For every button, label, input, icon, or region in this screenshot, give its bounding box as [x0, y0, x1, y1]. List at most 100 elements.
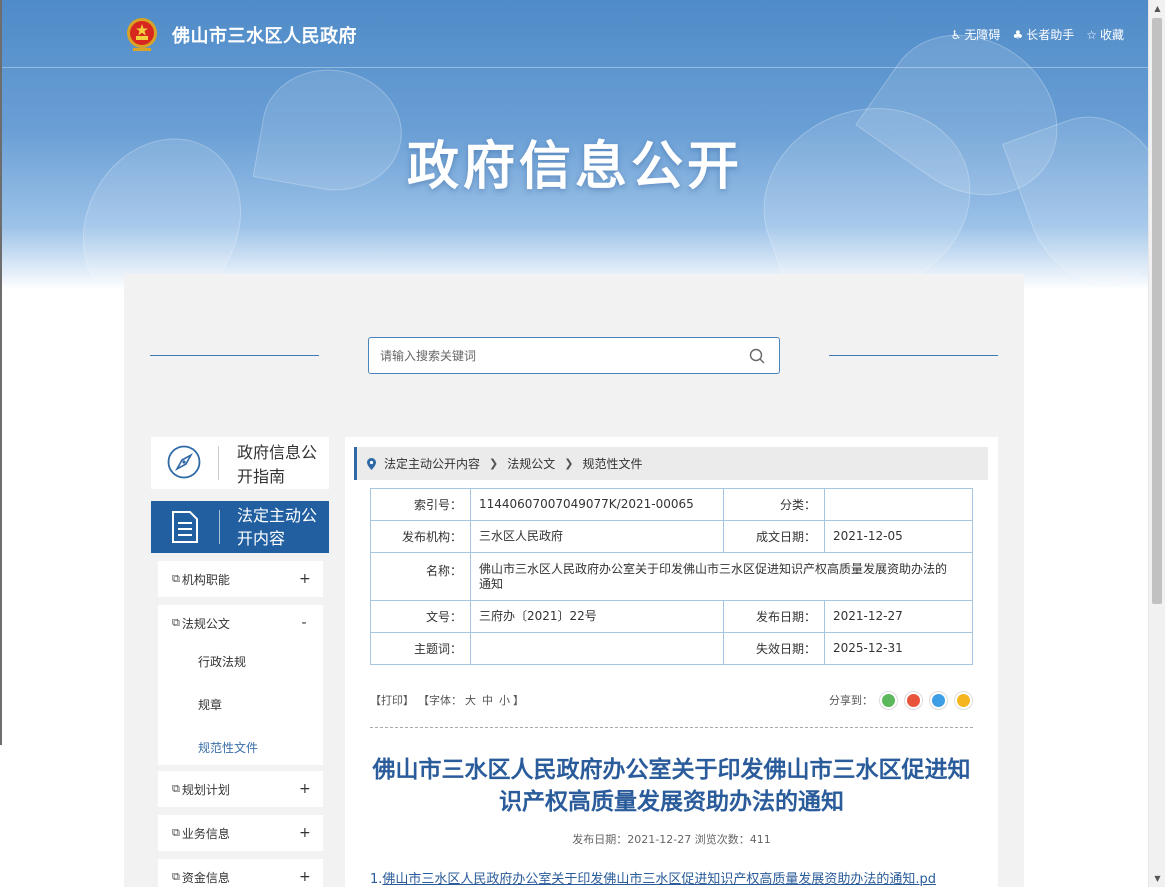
elder-helper-link[interactable]: ♣ 长者助手 [1012, 26, 1074, 43]
vertical-scrollbar[interactable]: ▲ ▼ [1148, 0, 1165, 887]
header-banner: 佛山市三水区人民政府 ♿ 无障碍 ♣ 长者助手 ☆ 收藏 政府信息公开 [2, 0, 1148, 290]
sidebar-item-label: 机构职能 [181, 572, 230, 587]
banner-title: 政府信息公开 [406, 137, 743, 197]
index-no-value: 11440607007049077K/2021-00065 [470, 488, 724, 521]
breadcrumb-link[interactable]: 法规公文 [507, 455, 555, 472]
attachment-index: 1. [370, 872, 383, 887]
doc-name-value: 佛山市三水区人民政府办公室关于印发佛山市三水区促进知识产权高质量发展资助办法的通… [470, 552, 973, 601]
font-size-prefix: 【字体： [418, 694, 462, 707]
category-value [824, 488, 973, 521]
sidebar-item-header[interactable]: ⧉ 业务信息 + [158, 815, 323, 851]
font-size-control: 【字体：大中小】 [418, 692, 524, 708]
file-icon: ⧉ [172, 826, 180, 839]
print-button[interactable]: 【打印】 [370, 692, 414, 708]
sidebar-item-label: 资金信息 [181, 870, 230, 885]
scrollbar-thumb[interactable] [1152, 18, 1162, 604]
table-row: 发布机构： 三水区人民政府 成文日期： 2021-12-05 [370, 520, 973, 553]
search-input[interactable] [369, 338, 779, 373]
published-date-label: 发布日期： [723, 600, 825, 633]
article-title: 佛山市三水区人民政府办公室关于印发佛山市三水区促进知识产权高质量发展资助办法的通… [372, 757, 971, 815]
doc-name-label: 名称： [370, 552, 471, 601]
sidebar-item-regulations: ⧉ 法规公文 - 行政法规 规章 规范性文件 [158, 605, 323, 765]
tool-label: 无障碍 [964, 28, 1001, 42]
font-size-large-button[interactable]: 大 [465, 694, 476, 707]
tool-label: 收藏 [1099, 28, 1124, 42]
top-bar: 佛山市三水区人民政府 ♿ 无障碍 ♣ 长者助手 ☆ 收藏 [2, 0, 1148, 68]
file-icon: ⧉ [172, 782, 180, 795]
share-label: 分享到： [829, 694, 873, 707]
location-pin-icon [367, 457, 376, 470]
sidebar-item-plans: ⧉ 规划计划 + [158, 771, 323, 807]
category-label: 分类： [723, 488, 825, 521]
tool-label: 长者助手 [1026, 28, 1075, 42]
qq-share-icon[interactable] [929, 690, 948, 710]
sidebar-item-label: 业务信息 [181, 826, 230, 841]
header-tools: ♿ 无障碍 ♣ 长者助手 ☆ 收藏 [951, 26, 1124, 43]
table-row: 名称： 佛山市三水区人民政府办公室关于印发佛山市三水区促进知识产权高质量发展资助… [370, 552, 973, 601]
favorite-link[interactable]: ☆ 收藏 [1086, 26, 1124, 43]
weibo-share-icon[interactable] [904, 690, 923, 710]
file-icon: ⧉ [172, 870, 180, 883]
font-size-medium-button[interactable]: 中 [482, 694, 493, 707]
dashed-divider [370, 727, 973, 728]
guide-label: 政府信息公开指南 [237, 443, 318, 486]
article-toolbar: 【打印】 【字体：大中小】 分享到： [370, 688, 973, 712]
accessibility-icon: ♿ [950, 27, 962, 42]
sidebar-item-funds: ⧉ 资金信息 + [158, 859, 323, 887]
guide-card[interactable]: 政府信息公开指南 [151, 437, 329, 489]
table-row: 主题词： 失效日期： 2025-12-31 [370, 632, 973, 665]
index-no-label: 索引号： [370, 488, 471, 521]
expand-toggle[interactable]: + [299, 571, 311, 587]
breadcrumb-link[interactable]: 法定主动公开内容 [384, 455, 480, 472]
chevron-right-icon: ❯ [489, 457, 499, 470]
scroll-down-arrow-icon[interactable]: ▼ [1149, 870, 1165, 887]
publisher-value: 三水区人民政府 [470, 520, 724, 553]
active-section-card[interactable]: 法定主动公开内容 [151, 501, 329, 553]
active-section-label: 法定主动公开内容 [237, 506, 318, 548]
sidebar-item-business: ⧉ 业务信息 + [158, 815, 323, 851]
content-container: 政府信息公开指南 法定主动公开内容 ⧉ 机构职能 + ⧉ 法规公文 - 行政法规… [124, 274, 1024, 887]
share-bar: 分享到： [829, 690, 973, 710]
compass-icon [167, 445, 201, 479]
search-icon[interactable] [749, 348, 765, 364]
search-divider-left [150, 355, 319, 356]
table-row: 索引号： 11440607007049077K/2021-00065 分类： [370, 488, 973, 521]
article-pub-info: 发布日期：2021-12-27 浏览次数：411 [572, 833, 771, 846]
scroll-up-arrow-icon[interactable]: ▲ [1149, 0, 1165, 17]
elder-helper-icon: ♣ [1012, 27, 1024, 42]
collapse-toggle[interactable]: - [299, 615, 309, 631]
site-name[interactable]: 佛山市三水区人民政府 [172, 22, 357, 48]
created-date-value: 2021-12-05 [824, 520, 973, 553]
sidebar-item-label: 法规公文 [181, 616, 230, 631]
qzone-share-icon[interactable] [954, 690, 973, 710]
sidebar-item-header[interactable]: ⧉ 规划计划 + [158, 771, 323, 807]
sidebar-item-header[interactable]: ⧉ 法规公文 - [158, 605, 323, 641]
sidebar-subitem-normative-docs[interactable]: 规范性文件 [158, 727, 323, 770]
sidebar-item-institution: ⧉ 机构职能 + [158, 561, 323, 597]
expand-toggle[interactable]: + [299, 869, 311, 885]
sidebar-subitem-admin-regulations[interactable]: 行政法规 [158, 641, 323, 684]
accessibility-link[interactable]: ♿ 无障碍 [951, 26, 1001, 43]
wechat-share-icon[interactable] [879, 690, 898, 710]
search-divider-right [829, 355, 998, 356]
attachment-link[interactable]: 佛山市三水区人民政府办公室关于印发佛山市三水区促进知识产权高质量发展资助办法的通… [382, 872, 936, 887]
sidebar-subitem-rules[interactable]: 规章 [158, 684, 323, 727]
font-size-suffix: 】 [513, 694, 524, 707]
sidebar-item-header[interactable]: ⧉ 机构职能 + [158, 561, 323, 597]
created-date-label: 成文日期： [723, 520, 825, 553]
chevron-right-icon: ❯ [564, 457, 574, 470]
expand-toggle[interactable]: + [299, 781, 311, 797]
sidebar-item-header[interactable]: ⧉ 资金信息 + [158, 859, 323, 887]
published-date-value: 2021-12-27 [824, 600, 973, 633]
star-icon: ☆ [1086, 27, 1097, 42]
font-size-small-button[interactable]: 小 [499, 694, 510, 707]
doc-no-value: 三府办〔2021〕22号 [470, 600, 724, 633]
main-panel: 法定主动公开内容 ❯ 法规公文 ❯ 规范性文件 索引号： 11440607007… [345, 437, 998, 887]
expand-toggle[interactable]: + [299, 825, 311, 841]
doc-no-label: 文号： [370, 600, 471, 633]
file-icon: ⧉ [172, 616, 180, 629]
breadcrumb-link[interactable]: 规范性文件 [582, 455, 642, 472]
attachment: 1.佛山市三水区人民政府办公室关于印发佛山市三水区促进知识产权高质量发展资助办法… [370, 868, 990, 887]
document-icon [172, 511, 198, 543]
breadcrumb: 法定主动公开内容 ❯ 法规公文 ❯ 规范性文件 [354, 447, 988, 480]
